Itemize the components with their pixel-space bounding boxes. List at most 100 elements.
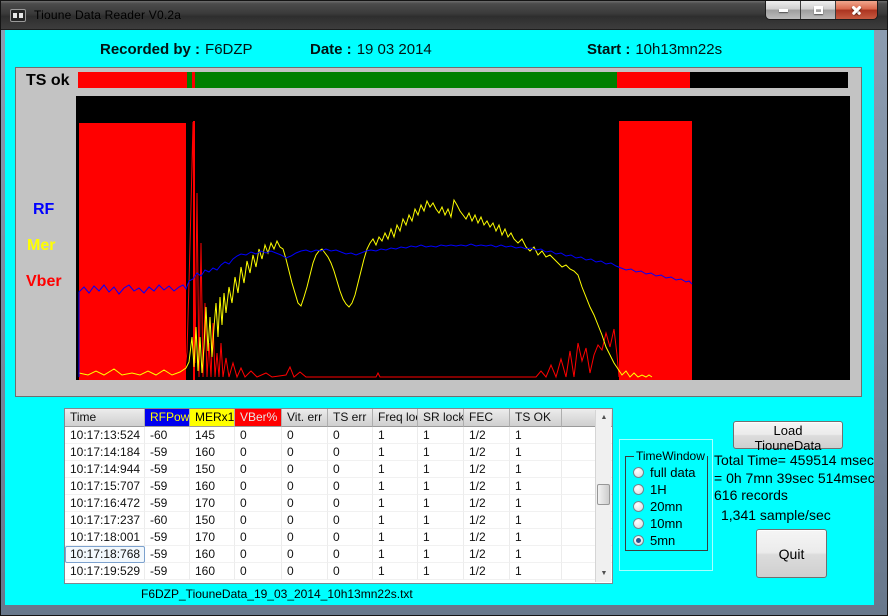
col-header-freq-lock[interactable]: Freq lock — [373, 409, 418, 427]
cell-sr-lock: 1 — [418, 529, 464, 546]
radio-option-10mn[interactable]: 10mn — [633, 515, 707, 532]
table-scrollbar[interactable]: ▲ ▼ — [595, 410, 611, 582]
table-row[interactable]: 10:17:17:237-60150000111/21 — [65, 512, 612, 529]
cell-ts-ok: 1 — [510, 427, 562, 444]
cell-ts-err: 0 — [328, 478, 373, 495]
cell-vit-err: 0 — [282, 563, 328, 580]
cell-vber-: 0 — [235, 563, 282, 580]
col-header-time[interactable]: Time — [65, 409, 145, 427]
cell-ts-ok: 1 — [510, 444, 562, 461]
ts-segment-fail — [78, 72, 187, 88]
radio-option-20mn[interactable]: 20mn — [633, 498, 707, 515]
table-row[interactable]: 10:17:16:472-59170000111/21 — [65, 495, 612, 512]
records-count: 616 records — [714, 487, 788, 503]
data-table: TimeRFPowerMERx10VBer%Vit. errTS errFreq… — [64, 408, 613, 584]
close-icon — [850, 4, 863, 17]
radio-label: 20mn — [650, 499, 683, 514]
app-icon — [10, 9, 26, 22]
start-label: Start : — [587, 41, 630, 58]
legend-mer-label: Mer — [27, 237, 55, 255]
time-window-options: full data1H 20mn 10mn 5mn — [633, 464, 707, 549]
recorded-by-label: Recorded by : — [100, 41, 200, 58]
cell-ts-err: 0 — [328, 444, 373, 461]
col-header-ts-err[interactable]: TS err — [328, 409, 373, 427]
table-row[interactable]: 10:17:14:184-59160000111/21 — [65, 444, 612, 461]
cell-ts-ok: 1 — [510, 461, 562, 478]
cell-vber-: 0 — [235, 461, 282, 478]
table-row[interactable]: 10:17:18:001-59170000111/21 — [65, 529, 612, 546]
loaded-filename: F6DZP_TiouneData_19_03_2014_10h13mn22s.t… — [141, 587, 413, 601]
cell-fec: 1/2 — [464, 563, 510, 580]
cell-sr-lock: 1 — [418, 495, 464, 512]
cell-vber-: 0 — [235, 546, 282, 563]
cell-vit-err: 0 — [282, 461, 328, 478]
load-tiounedata-button[interactable]: Load TiouneData — [733, 421, 843, 449]
scroll-up-button[interactable]: ▲ — [596, 410, 612, 426]
col-header-sr-lock[interactable]: SR lock — [418, 409, 464, 427]
cell-vit-err: 0 — [282, 529, 328, 546]
cell-sr-lock: 1 — [418, 478, 464, 495]
cell-vber-: 0 — [235, 444, 282, 461]
cell-ts-err: 0 — [328, 546, 373, 563]
cell-freq-lock: 1 — [373, 461, 418, 478]
minimize-button[interactable] — [766, 1, 801, 19]
radio-option-full-data[interactable]: full data — [633, 464, 707, 481]
radio-option-1h[interactable]: 1H — [633, 481, 707, 498]
cell-rfpower: -59 — [145, 529, 190, 546]
radio-label: 5mn — [650, 533, 675, 548]
cell-time: 10:17:18:768 — [65, 546, 145, 563]
scroll-down-button[interactable]: ▼ — [596, 566, 612, 582]
col-header-fec[interactable]: FEC — [464, 409, 510, 427]
ts-segment-fail — [617, 72, 690, 88]
cell-vber-: 0 — [235, 495, 282, 512]
cell-vit-err: 0 — [282, 444, 328, 461]
titlebar[interactable]: Tioune Data Reader V0.2a — [1, 1, 887, 30]
close-button[interactable] — [836, 1, 877, 19]
maximize-button[interactable] — [801, 1, 836, 19]
cell-ts-ok: 1 — [510, 529, 562, 546]
cell-sr-lock: 1 — [418, 563, 464, 580]
cell-freq-lock: 1 — [373, 495, 418, 512]
cell-freq-lock: 1 — [373, 563, 418, 580]
cell-vber-: 0 — [235, 427, 282, 444]
table-row[interactable]: 10:17:15:707-59160000111/21 — [65, 478, 612, 495]
cell-rfpower: -59 — [145, 461, 190, 478]
ts-segment-ok — [195, 72, 618, 88]
cell-rfpower: -59 — [145, 444, 190, 461]
cell-ts-err: 0 — [328, 427, 373, 444]
col-header-ts-ok[interactable]: TS OK — [510, 409, 562, 427]
time-window-legend: TimeWindow — [634, 449, 707, 463]
col-header-rfpower[interactable]: RFPower — [145, 409, 190, 427]
cell-ts-err: 0 — [328, 512, 373, 529]
quit-button[interactable]: Quit — [756, 529, 827, 578]
cell-ts-ok: 1 — [510, 512, 562, 529]
sample-rate: 1,341 sample/sec — [721, 507, 831, 523]
table-row[interactable]: 10:17:14:944-59150000111/21 — [65, 461, 612, 478]
legend-vber-label: Vber — [26, 273, 62, 291]
window-controls — [765, 1, 878, 20]
ts-segment-nodata — [690, 72, 847, 88]
signal-loss-block-3 — [619, 121, 692, 380]
recorded-by-value: F6DZP — [205, 41, 253, 58]
time-window-group: TimeWindow full data1H 20mn 10mn 5mn — [625, 449, 708, 551]
radio-label: 10mn — [650, 516, 683, 531]
table-row[interactable]: 10:17:19:529-59160000111/21 — [65, 563, 612, 580]
cell-freq-lock: 1 — [373, 529, 418, 546]
col-header-vber-[interactable]: VBer% — [235, 409, 282, 427]
cell-sr-lock: 1 — [418, 461, 464, 478]
table-row[interactable]: 10:17:13:524-60145000111/21 — [65, 427, 612, 444]
table-row[interactable]: 10:17:18:768-59160000111/21 — [65, 546, 612, 563]
cell-fec: 1/2 — [464, 427, 510, 444]
cell-freq-lock: 1 — [373, 546, 418, 563]
radio-icon — [633, 518, 644, 529]
radio-option-5mn[interactable]: 5mn — [633, 532, 707, 549]
cell-freq-lock: 1 — [373, 427, 418, 444]
scroll-thumb[interactable] — [597, 484, 610, 505]
cell-merx10: 170 — [190, 495, 235, 512]
cell-sr-lock: 1 — [418, 444, 464, 461]
cell-vit-err: 0 — [282, 512, 328, 529]
radio-label: 1H — [650, 482, 667, 497]
col-header-vit-err[interactable]: Vit. err — [282, 409, 328, 427]
cell-ts-err: 0 — [328, 529, 373, 546]
col-header-merx10[interactable]: MERx10 — [190, 409, 235, 427]
